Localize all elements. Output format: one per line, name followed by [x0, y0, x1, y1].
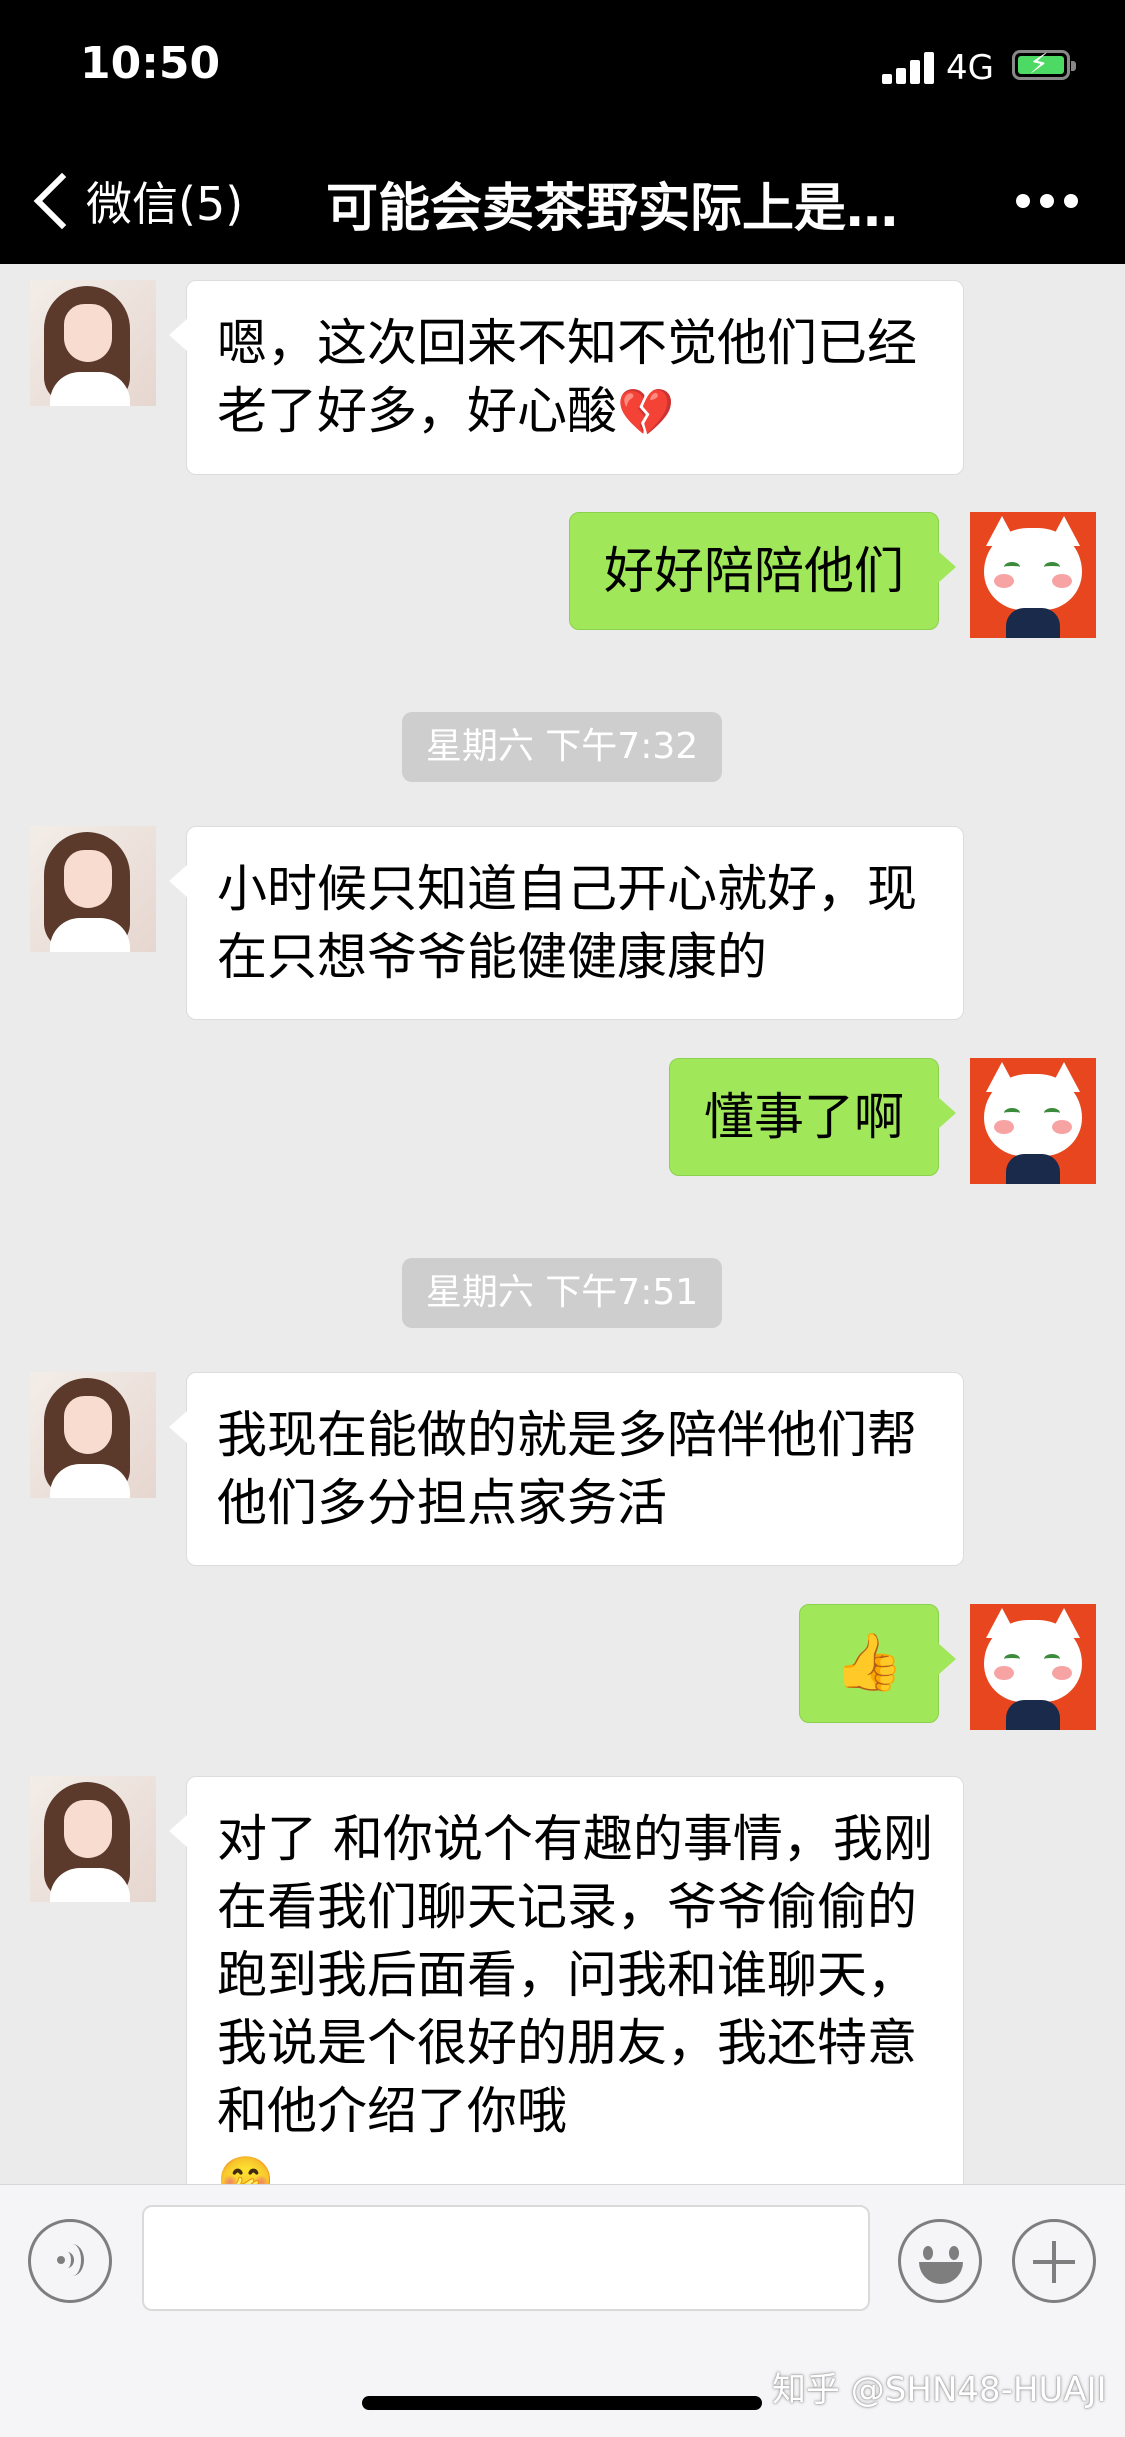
- voice-icon[interactable]: [28, 2219, 112, 2303]
- chevron-left-icon: [33, 172, 91, 230]
- contact-avatar[interactable]: [30, 1776, 156, 1902]
- back-label: 微信(5): [86, 177, 244, 231]
- message-text: 嗯，这次回来不知不觉他们已经老了好多，好心酸: [217, 314, 917, 440]
- plus-icon[interactable]: [1012, 2219, 1096, 2303]
- message-bubble-outgoing[interactable]: 好好陪陪他们: [569, 512, 956, 630]
- message-bubble-incoming[interactable]: 我现在能做的就是多陪伴他们帮他们多分担点家务活: [169, 1372, 964, 1566]
- back-button[interactable]: 微信(5): [30, 168, 243, 234]
- message-list[interactable]: 嗯，这次回来不知不觉他们已经老了好多，好心酸💔 好好陪陪他们 星期六 下午7:3…: [0, 264, 1125, 2184]
- message-bubble-incoming[interactable]: 对了 和你说个有趣的事情，我刚在看我们聊天记录，爷爷偷偷的跑到我后面看，问我和谁…: [169, 1776, 964, 2184]
- smiley-icon[interactable]: [898, 2219, 982, 2303]
- timestamp-label: 星期六 下午7:32: [402, 712, 722, 782]
- message-bubble-outgoing[interactable]: 👍: [799, 1604, 956, 1723]
- my-avatar[interactable]: [970, 1058, 1096, 1184]
- nav-bar: 微信(5) 可能会卖茶野实际上是…: [0, 132, 1125, 264]
- home-indicator[interactable]: [362, 2396, 762, 2410]
- message-bubble-incoming[interactable]: 嗯，这次回来不知不觉他们已经老了好多，好心酸💔: [169, 280, 964, 475]
- broken-heart-emoji: 💔: [617, 385, 675, 439]
- my-avatar[interactable]: [970, 1604, 1096, 1730]
- message-bubble-incoming[interactable]: 小时候只知道自己开心就好，现在只想爷爷能健健康康的: [169, 826, 964, 1020]
- contact-avatar[interactable]: [30, 826, 156, 952]
- face-with-hand-emoji: 🤭: [217, 2153, 275, 2184]
- message-text: 小时候只知道自己开心就好，现在只想爷爷能健健康康的: [217, 860, 917, 986]
- watermark: 知乎 @SHN48-HUAJI: [772, 2370, 1107, 2410]
- my-avatar[interactable]: [970, 512, 1096, 638]
- message-text: 懂事了啊: [704, 1088, 904, 1146]
- status-time: 10:50: [80, 38, 221, 89]
- message-bubble-outgoing[interactable]: 懂事了啊: [669, 1058, 956, 1176]
- contact-avatar[interactable]: [30, 280, 156, 406]
- thumbs-up-emoji: 👍: [834, 1630, 904, 1695]
- battery-icon: ⚡: [1012, 47, 1076, 80]
- message-text: 我现在能做的就是多陪伴他们帮他们多分担点家务活: [217, 1406, 917, 1532]
- chat-title: 可能会卖茶野实际上是…: [326, 179, 899, 239]
- timestamp-label: 星期六 下午7:51: [402, 1258, 722, 1328]
- message-text: 好好陪陪他们: [604, 542, 904, 600]
- contact-avatar[interactable]: [30, 1372, 156, 1498]
- network-type: 4G: [946, 48, 994, 88]
- signal-icon: [882, 50, 938, 84]
- more-icon[interactable]: [1016, 194, 1078, 208]
- status-bar: 10:50 4G ⚡: [0, 0, 1125, 132]
- message-input[interactable]: [142, 2205, 870, 2311]
- message-text: 对了 和你说个有趣的事情，我刚在看我们聊天记录，爷爷偷偷的跑到我后面看，问我和谁…: [217, 1810, 933, 2140]
